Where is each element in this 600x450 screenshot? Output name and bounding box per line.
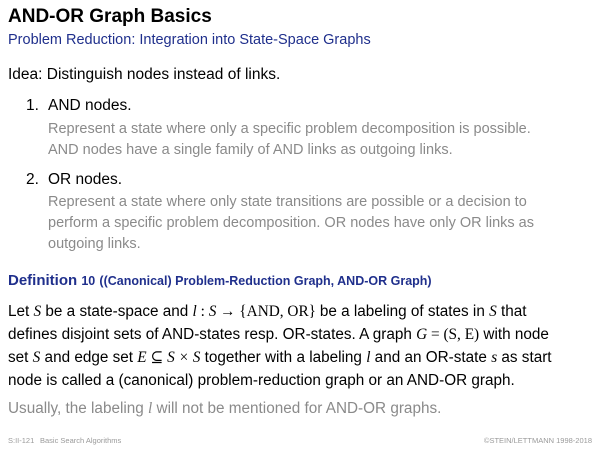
desc-line: perform a specific problem decomposition…: [48, 215, 534, 231]
idea-text: Idea: Distinguish nodes instead of links…: [8, 66, 281, 83]
item-description-and-nodes: Represent a state where only a specific …: [48, 119, 588, 161]
footer-chapter: Basic Search Algorithms: [40, 436, 122, 445]
definition-body: Let S be a state-space and l : S → {AND,…: [8, 300, 594, 392]
definition-line-4: node is called a (canonical) problem-red…: [8, 372, 515, 389]
definition-heading: Definition 10 ((Canonical) Problem-Reduc…: [8, 272, 432, 289]
definition-line-3: set S and edge set E ⊆ S × S together wi…: [8, 349, 552, 366]
definition-name: ((Canonical) Problem-Reduction Graph, AN…: [99, 274, 432, 288]
desc-line: Represent a state where only a specific …: [48, 121, 531, 137]
definition-line-2: defines disjoint sets of AND-states resp…: [8, 326, 549, 343]
desc-line: AND nodes have a single family of AND li…: [48, 142, 453, 158]
slide-title: AND-OR Graph Basics: [8, 6, 212, 27]
item-description-or-nodes: Represent a state where only state trans…: [48, 192, 588, 255]
definition-line-1: Let S be a state-space and l : S → {AND,…: [8, 303, 527, 320]
slide-subtitle: Problem Reduction: Integration into Stat…: [8, 32, 371, 48]
desc-line: Represent a state where only state trans…: [48, 194, 527, 210]
footer-slide-id: S:II-121: [8, 436, 35, 445]
item-number-1: 1.: [26, 97, 39, 114]
note-text: Usually, the labeling l will not be ment…: [8, 400, 442, 417]
item-title-or-nodes: OR nodes.: [48, 171, 123, 188]
definition-label: Definition: [8, 272, 78, 289]
item-number-2: 2.: [26, 171, 39, 188]
footer-copyright: ©STEIN/LETTMANN 1998-2018: [483, 436, 592, 445]
definition-number: 10: [81, 274, 96, 288]
item-title-and-nodes: AND nodes.: [48, 97, 132, 114]
desc-line: outgoing links.: [48, 236, 141, 252]
